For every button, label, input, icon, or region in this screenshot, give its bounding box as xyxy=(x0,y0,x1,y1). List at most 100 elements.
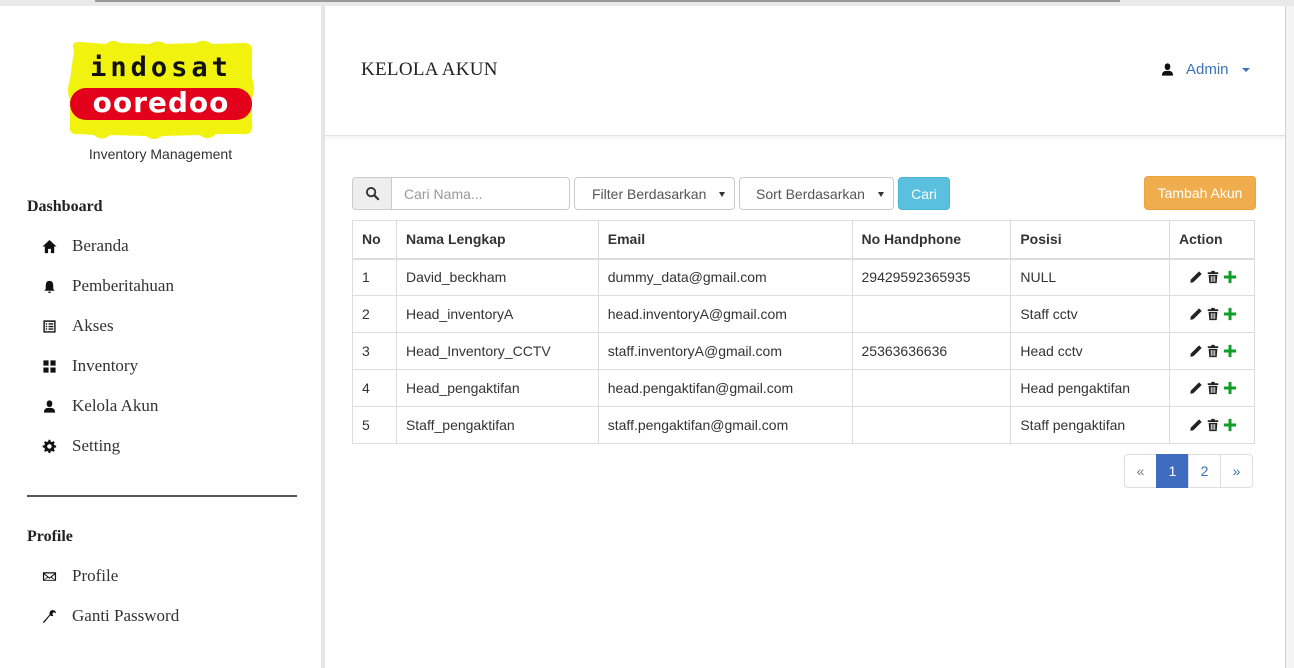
main-content: KELOLA AKUN Admin Filter Berdasarkan Sor… xyxy=(325,6,1285,668)
table-row: 2 Head_inventoryA head.inventoryA@gmail.… xyxy=(352,295,1255,333)
scrollbar-top[interactable] xyxy=(95,0,1120,2)
cell-email: dummy_data@gmail.com xyxy=(597,258,853,296)
search-button[interactable]: Cari xyxy=(898,177,950,210)
page-header: KELOLA AKUN Admin xyxy=(325,6,1285,136)
column-header-phone: No Handphone xyxy=(851,220,1012,260)
pencil-icon[interactable] xyxy=(1188,381,1203,396)
sidebar-item-kelola-akun[interactable]: Kelola Akun xyxy=(40,394,158,418)
accounts-table: No Nama Lengkap Email No Handphone Posis… xyxy=(352,220,1255,444)
column-header-email: Email xyxy=(597,220,853,260)
cell-action xyxy=(1169,258,1255,296)
column-header-no: No xyxy=(352,220,397,260)
cell-name: Head_Inventory_CCTV xyxy=(395,332,599,370)
table-row: 3 Head_Inventory_CCTV staff.inventoryA@g… xyxy=(352,332,1255,370)
pagination-page-1[interactable]: 1 xyxy=(1156,454,1189,488)
grid-icon xyxy=(40,357,58,375)
user-menu[interactable]: Admin xyxy=(1160,61,1250,78)
sidebar-divider xyxy=(27,495,297,497)
sidebar-item-ganti-password[interactable]: Ganti Password xyxy=(40,604,179,628)
pagination: « 1 2 » xyxy=(1124,454,1253,488)
cell-position: Staff cctv xyxy=(1010,295,1170,333)
cell-action xyxy=(1169,406,1255,444)
dashboard-heading: Dashboard xyxy=(27,198,103,215)
caret-down-icon xyxy=(1241,67,1250,72)
cell-name: Head_pengaktifan xyxy=(395,369,599,407)
column-header-action: Action xyxy=(1169,220,1255,260)
cell-phone xyxy=(851,406,1012,444)
cell-position: Head cctv xyxy=(1010,332,1170,370)
trash-icon[interactable] xyxy=(1205,307,1220,322)
trash-icon[interactable] xyxy=(1205,418,1220,433)
column-header-position: Posisi xyxy=(1010,220,1170,260)
cell-email: staff.inventoryA@gmail.com xyxy=(597,332,853,370)
sidebar-item-label: Beranda xyxy=(72,236,129,255)
page-title: KELOLA AKUN xyxy=(361,59,498,80)
user-icon xyxy=(1161,63,1174,76)
cell-position: Head pengaktifan xyxy=(1010,369,1170,407)
brand-logo: indosat ooredoo xyxy=(66,38,256,142)
profile-heading: Profile xyxy=(27,528,73,545)
trash-icon[interactable] xyxy=(1205,381,1220,396)
cell-no: 2 xyxy=(352,295,397,333)
pencil-icon[interactable] xyxy=(1188,307,1203,322)
cell-no: 1 xyxy=(352,258,397,296)
pencil-icon[interactable] xyxy=(1188,418,1203,433)
plus-icon[interactable] xyxy=(1222,270,1237,285)
sort-select-label: Sort Berdasarkan xyxy=(756,185,865,202)
sidebar-item-label: Ganti Password xyxy=(72,606,180,625)
sidebar-item-inventory[interactable]: Inventory xyxy=(40,354,138,378)
logo-text-indosat: indosat xyxy=(90,52,232,83)
sidebar-item-beranda[interactable]: Beranda xyxy=(40,234,129,258)
sidebar: indosat ooredoo Inventory Management Das… xyxy=(0,6,321,668)
wrench-icon xyxy=(40,607,58,625)
cell-email: head.inventoryA@gmail.com xyxy=(597,295,853,333)
pencil-icon[interactable] xyxy=(1188,270,1203,285)
home-icon xyxy=(40,237,58,255)
pagination-prev[interactable]: « xyxy=(1124,454,1157,488)
sidebar-item-setting[interactable]: Setting xyxy=(40,434,120,458)
cell-name: Head_inventoryA xyxy=(395,295,599,333)
filter-select-label: Filter Berdasarkan xyxy=(592,185,707,202)
cell-no: 3 xyxy=(352,332,397,370)
user-icon xyxy=(40,397,58,415)
window-right-edge xyxy=(1285,6,1294,668)
table-header-row: No Nama Lengkap Email No Handphone Posis… xyxy=(352,220,1255,260)
table-row: 1 David_beckham dummy_data@gmail.com 294… xyxy=(352,258,1255,296)
logo-text-ooredoo: ooredoo xyxy=(92,86,230,119)
search-icon xyxy=(352,177,392,210)
add-account-button[interactable]: Tambah Akun xyxy=(1144,176,1256,210)
cell-phone: 25363636636 xyxy=(851,332,1012,370)
sidebar-item-akses[interactable]: Akses xyxy=(40,314,114,338)
search-input[interactable] xyxy=(392,177,570,210)
cell-phone: 29429592365935 xyxy=(851,258,1012,296)
plus-icon[interactable] xyxy=(1222,418,1237,433)
user-name: Admin xyxy=(1186,61,1229,78)
plus-icon[interactable] xyxy=(1222,344,1237,359)
sort-select[interactable]: Sort Berdasarkan xyxy=(739,177,894,210)
plus-icon[interactable] xyxy=(1222,381,1237,396)
bell-icon xyxy=(40,277,58,295)
pencil-icon[interactable] xyxy=(1188,344,1203,359)
sidebar-item-label: Profile xyxy=(72,566,119,585)
sidebar-item-profile[interactable]: Profile xyxy=(40,564,118,588)
list-icon xyxy=(40,317,58,335)
cell-position: NULL xyxy=(1010,258,1170,296)
sidebar-item-pemberitahuan[interactable]: Pemberitahuan xyxy=(40,274,174,298)
cell-phone xyxy=(851,369,1012,407)
cell-position: Staff pengaktifan xyxy=(1010,406,1170,444)
pagination-page-2[interactable]: 2 xyxy=(1188,454,1221,488)
search-group xyxy=(352,177,570,210)
trash-icon[interactable] xyxy=(1205,344,1220,359)
sidebar-item-label: Setting xyxy=(72,436,121,455)
table-row: 4 Head_pengaktifan head.pengaktifan@gmai… xyxy=(352,369,1255,407)
cell-name: David_beckham xyxy=(395,258,599,296)
trash-icon[interactable] xyxy=(1205,270,1220,285)
cell-action xyxy=(1169,295,1255,333)
cell-action xyxy=(1169,332,1255,370)
pagination-next[interactable]: » xyxy=(1220,454,1253,488)
plus-icon[interactable] xyxy=(1222,307,1237,322)
cell-email: staff.pengaktifan@gmail.com xyxy=(597,406,853,444)
caret-down-icon xyxy=(878,192,884,197)
filter-select[interactable]: Filter Berdasarkan xyxy=(574,177,735,210)
sidebar-item-label: Akses xyxy=(72,316,114,335)
